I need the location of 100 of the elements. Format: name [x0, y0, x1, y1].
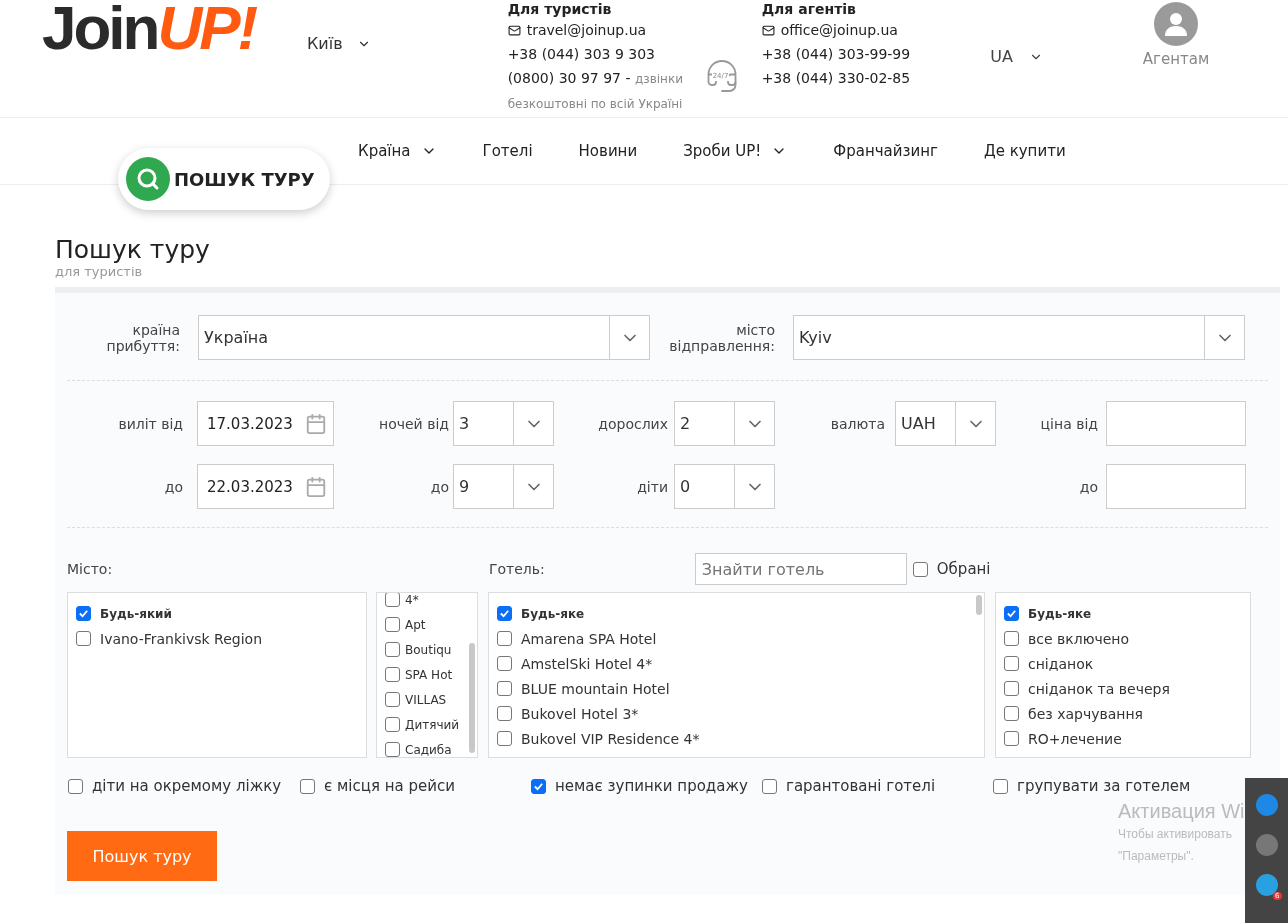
checkbox[interactable]	[68, 778, 83, 794]
account-link[interactable]: Агентам	[1142, 50, 1210, 68]
scrollbar-thumb[interactable]	[976, 595, 982, 615]
checkbox[interactable]	[385, 593, 400, 607]
select-field[interactable]: 0	[674, 464, 775, 509]
contact-heading: Для агентів	[761, 0, 857, 18]
option-label: Bukovel VIP Residence 4*	[521, 730, 700, 747]
checkbox[interactable]	[1004, 706, 1019, 721]
checkbox[interactable]	[497, 606, 512, 621]
field-label: місто відправлення:	[668, 321, 775, 354]
option-label: все включено	[1028, 630, 1130, 647]
user-avatar[interactable]	[1154, 2, 1199, 46]
input-field[interactable]	[1106, 401, 1246, 446]
checkbox[interactable]	[385, 617, 400, 632]
checkbox[interactable]	[385, 692, 400, 707]
checkbox[interactable]	[1004, 656, 1019, 671]
checkmark-icon	[533, 780, 544, 792]
select-field[interactable]: Україна	[198, 315, 650, 360]
checkbox[interactable]	[76, 606, 91, 621]
checkbox[interactable]	[497, 631, 512, 646]
checkbox[interactable]	[912, 561, 928, 577]
checkbox[interactable]	[1004, 631, 1019, 646]
checkbox[interactable]	[497, 706, 512, 721]
checkbox[interactable]	[385, 667, 400, 682]
checkbox[interactable]	[385, 742, 400, 757]
section-label: Готель:	[489, 561, 545, 577]
checkmark-icon	[1006, 608, 1017, 619]
nav-link[interactable]: Країна	[358, 142, 437, 160]
select-field[interactable]: 2	[674, 401, 775, 446]
option-label: Apt	[405, 617, 426, 632]
field-label: валюта	[829, 415, 885, 432]
checkbox[interactable]	[1004, 681, 1019, 696]
option-label: немає зупинки продажу	[555, 777, 748, 795]
checkbox[interactable]	[993, 778, 1008, 794]
option-label: BLUE mountain Hotel	[521, 680, 670, 697]
checkbox[interactable]	[497, 681, 512, 696]
option-label: групувати за готелем	[1017, 777, 1191, 795]
option-label: діти на окремому ліжку	[92, 777, 282, 795]
checkmark-icon	[78, 608, 89, 619]
app-icon[interactable]	[1255, 834, 1278, 856]
option-label: RO+лечение	[1028, 730, 1122, 747]
checkbox[interactable]	[385, 642, 400, 657]
checkmark-icon	[499, 608, 510, 619]
phone-number: +38 (044) 330-02-85	[761, 69, 911, 88]
page-title: Пошук туру	[55, 235, 211, 265]
option-label: Будь-яке	[1028, 606, 1092, 621]
checkbox[interactable]	[497, 656, 512, 671]
field-label: діти	[636, 478, 668, 495]
checkbox[interactable]	[497, 731, 512, 746]
city-selector[interactable]: Київ	[307, 34, 371, 53]
nav-link[interactable]: Новини	[578, 142, 638, 160]
option-label: Будь-яке	[521, 606, 585, 621]
language-selector[interactable]: UA	[990, 47, 1043, 66]
select-field[interactable]: 9	[453, 464, 554, 509]
nav-link[interactable]: Франчайзинг	[833, 142, 938, 160]
option-label: Обрані	[936, 560, 991, 578]
hotel-search-field[interactable]: Знайти готель	[694, 553, 907, 585]
option-label: є місця на рейси	[324, 777, 455, 795]
search-icon	[136, 167, 160, 191]
activation-title: Активация Wi	[1118, 800, 1245, 823]
nav-link[interactable]: Де купити	[983, 142, 1066, 160]
phone-number: +38 (044) 303 9 303	[507, 45, 656, 64]
option-label: Bukovel Hotel 3*	[521, 705, 639, 722]
field-label: ціна від	[1039, 415, 1098, 432]
option-label: без харчування	[1028, 705, 1143, 722]
mail-icon	[507, 23, 521, 37]
app-icon[interactable]	[1255, 794, 1278, 816]
checkbox[interactable]	[762, 778, 777, 794]
tour-search-button[interactable]: ПОШУК ТУРУ	[118, 148, 330, 210]
email-link[interactable]: office@joinup.ua	[780, 18, 898, 42]
select-field[interactable]: 3	[453, 401, 554, 446]
scrollbar-thumb[interactable]	[469, 643, 475, 753]
field-label: до	[163, 478, 183, 495]
option-label: Ivano-Frankivsk Region	[100, 630, 263, 647]
option-label: AmstelSki Hotel 4*	[521, 655, 653, 672]
field-label: ночей від	[378, 415, 449, 432]
option-label: Amarena SPA Hotel	[521, 630, 657, 647]
option-label: сніданок	[1028, 655, 1094, 672]
logo[interactable]: JoinUP!	[42, 0, 282, 63]
select-field[interactable]: Kyiv	[793, 315, 1245, 360]
checkbox[interactable]	[531, 778, 546, 794]
option-label: 4*	[405, 593, 419, 607]
date-field[interactable]: 17.03.2023	[197, 401, 334, 446]
option-label: Boutiqu	[405, 642, 452, 657]
select-field[interactable]: UAH	[895, 401, 996, 446]
calendar-icon	[305, 475, 327, 498]
checkbox[interactable]	[300, 778, 315, 794]
input-field[interactable]	[1106, 464, 1246, 509]
nav-link[interactable]: Зроби UP!	[683, 142, 788, 160]
checkbox[interactable]	[76, 631, 91, 646]
email-link[interactable]: travel@joinup.ua	[526, 18, 647, 42]
checkbox[interactable]	[385, 717, 400, 732]
hotline-text: (0800) 30 97 97 - дзвінки безкоштовні по всій Україні	[507, 69, 684, 113]
checkbox[interactable]	[1004, 731, 1019, 746]
nav-link[interactable]: Готелі	[482, 142, 533, 160]
mail-icon	[761, 23, 775, 37]
checkbox[interactable]	[1004, 606, 1019, 621]
date-field[interactable]: 22.03.2023	[197, 464, 334, 509]
option-label: SPA Hot	[405, 667, 453, 682]
option-label: Дитячий	[405, 717, 460, 732]
